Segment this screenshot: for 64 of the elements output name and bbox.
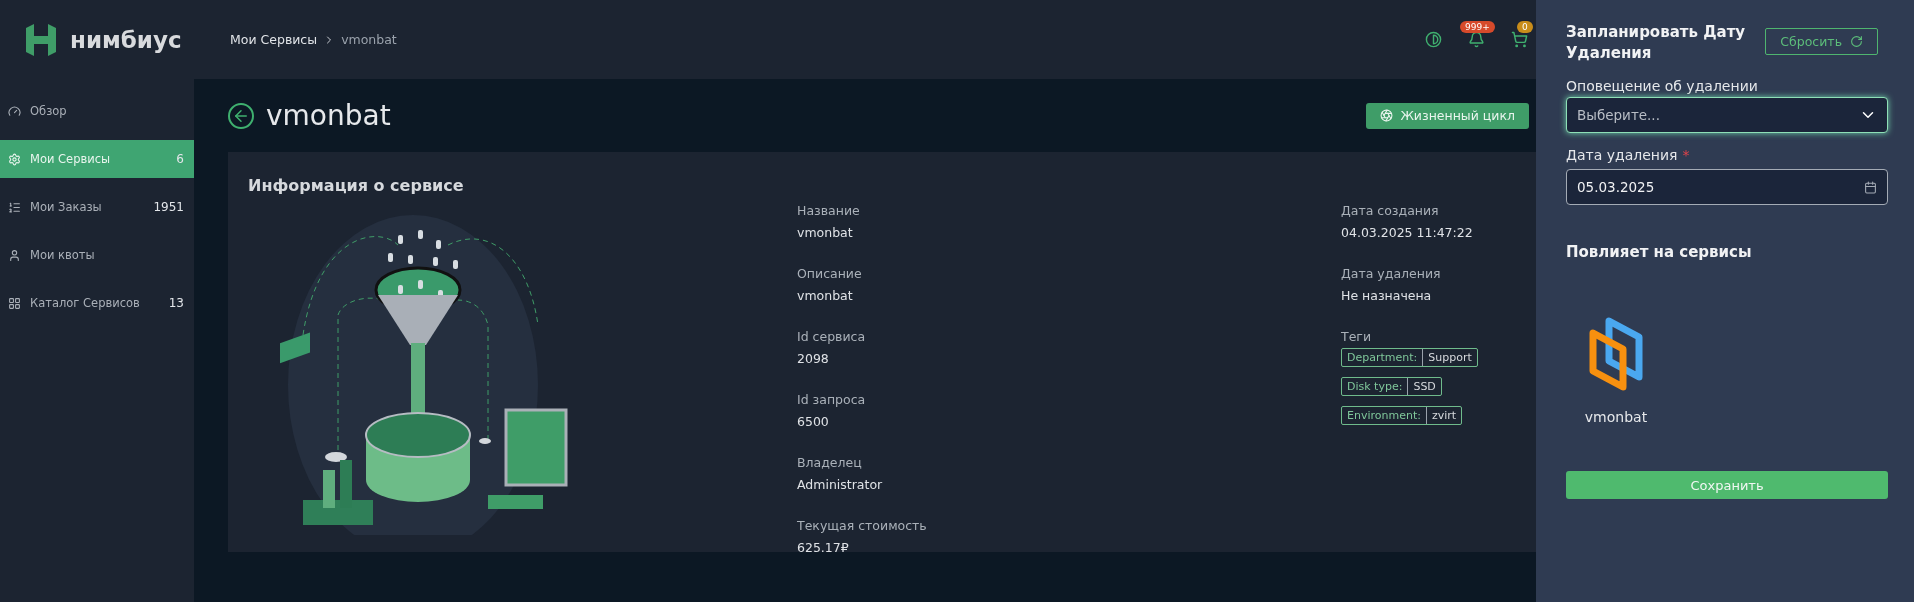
card-title: Информация о сервисе (248, 176, 464, 195)
brand-name: нимбиус (70, 27, 182, 53)
field-label: Дата создания (1341, 203, 1440, 218)
tag-value: Support (1427, 350, 1473, 366)
field-label: Дата удаления (1566, 147, 1678, 163)
user-icon (8, 248, 21, 262)
grid-icon (8, 296, 21, 310)
field-label: Id запроса (797, 392, 867, 407)
field-label: Оповещение об удалении (1566, 78, 1759, 94)
field-value: Administrator (797, 477, 884, 492)
sidebar-count: 6 (176, 152, 184, 166)
back-icon[interactable] (228, 102, 254, 129)
field-value: 04.03.2025 11:47:22 (1341, 225, 1474, 240)
field-value: vmonbat (797, 288, 854, 303)
bell-icon[interactable] (1468, 31, 1485, 48)
theme-toggle-icon[interactable] (1425, 31, 1442, 48)
field-label: Владелец (797, 455, 863, 470)
sidebar-item[interactable]: Мои Заказы 1951 (0, 188, 194, 226)
sidebar-item[interactable]: Каталог Сервисов 13 (0, 284, 194, 322)
tag-value: zvirt (1430, 408, 1458, 424)
gear-icon (8, 152, 21, 166)
sidebar-label: Каталог Сервисов (30, 296, 141, 310)
list-icon (8, 200, 21, 214)
gauge-icon (8, 104, 21, 118)
sidebar-count: 13 (168, 296, 184, 310)
notice-select[interactable]: Выберите... (1566, 97, 1888, 133)
field-value: Не назначена (1341, 288, 1433, 303)
field-label: Название (797, 203, 861, 218)
field-value: 6500 (797, 414, 830, 429)
sidebar-item[interactable]: Обзор (0, 92, 194, 130)
field-label: Текущая стоимость (797, 518, 928, 533)
tag-key: Environment: (1342, 407, 1427, 424)
notification-count: 999+ (1460, 21, 1495, 33)
reset-button[interactable]: Сбросить (1765, 28, 1878, 55)
sidebar-item[interactable]: Мои квоты (0, 236, 194, 274)
aperture-icon (1380, 109, 1394, 122)
sidebar-label: Обзор (30, 104, 68, 118)
required-mark: * (1682, 147, 1690, 163)
section-title: Повлияет на сервисы (1566, 243, 1753, 261)
calendar-icon (1864, 180, 1877, 194)
page-title: vmonbat (266, 99, 392, 132)
field-label: Описание (797, 266, 863, 281)
service-logo-icon (1587, 317, 1645, 391)
field-value: 625.17₽ (797, 540, 850, 555)
field-value: 2098 (797, 351, 830, 366)
breadcrumb: vmonbat (341, 32, 397, 47)
field-value: vmonbat (797, 225, 854, 240)
tag-key: Department: (1342, 349, 1424, 366)
sidebar-label: Мои Сервисы (30, 152, 112, 166)
sidebar-count: 1951 (153, 200, 184, 214)
cart-count: 0 (1517, 21, 1533, 33)
service-name: vmonbat (1584, 409, 1648, 425)
sidebar-label: Мои Заказы (30, 200, 103, 214)
field-label: Id сервиса (797, 329, 867, 344)
tag-key: Disk type: (1342, 378, 1409, 395)
date-field[interactable]: 05.03.2025 (1566, 169, 1888, 205)
refresh-icon (1850, 35, 1863, 48)
cart-icon[interactable] (1511, 31, 1528, 48)
sidebar-label: Мои квоты (30, 248, 96, 262)
breadcrumb[interactable]: Мои Сервисы (230, 32, 318, 47)
field-label: Дата удаления (1341, 266, 1442, 281)
field-label: Теги (1341, 329, 1373, 344)
panel-title: Запланировать Дату Удаления (1566, 22, 1747, 64)
tag-value: SSD (1412, 379, 1437, 395)
